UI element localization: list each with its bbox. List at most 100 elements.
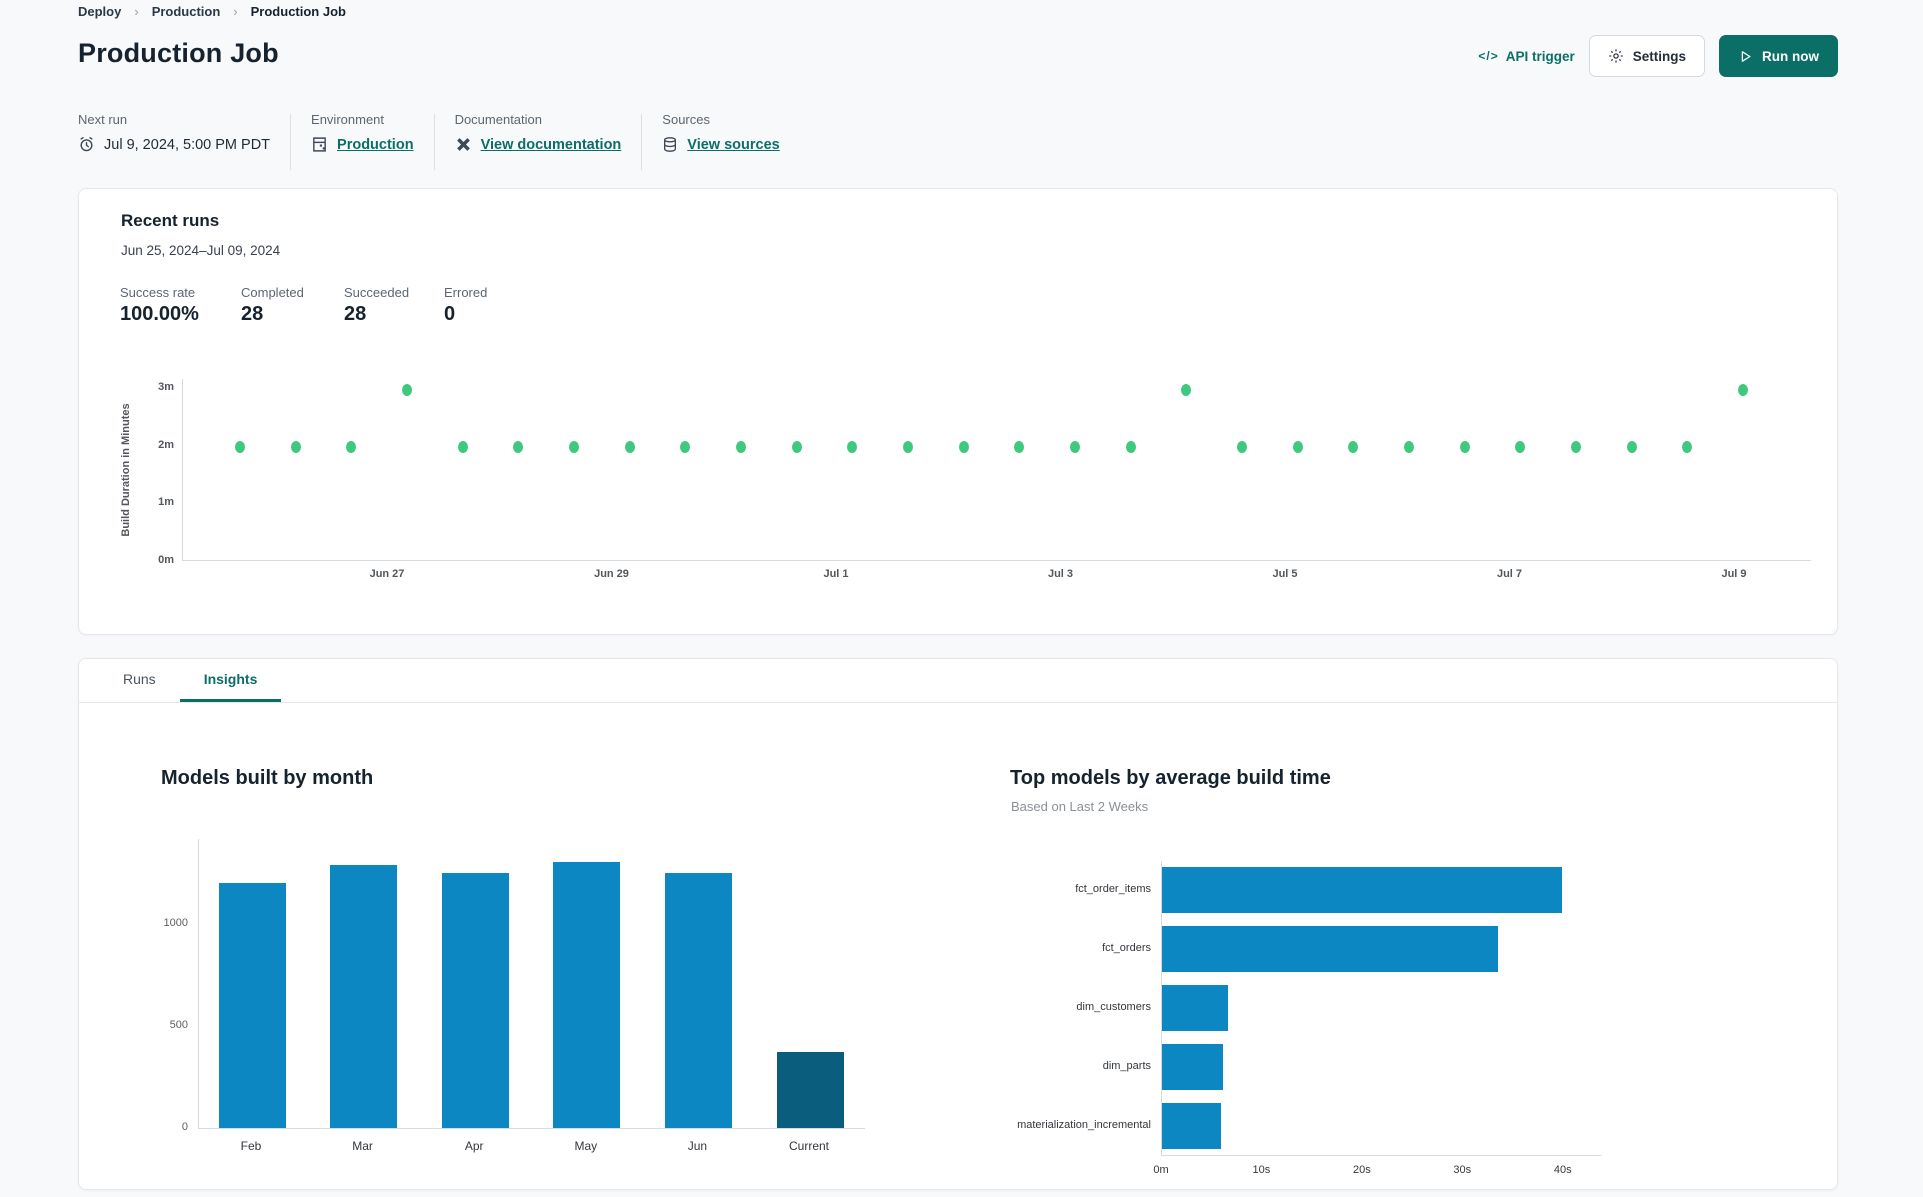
dbt-logo-icon <box>455 136 472 153</box>
run-dot[interactable] <box>735 440 746 453</box>
breadcrumb-deploy[interactable]: Deploy <box>78 4 121 19</box>
environment-info: Environment Production <box>311 112 414 153</box>
models-built-chart <box>198 839 865 1129</box>
run-dot[interactable] <box>346 440 357 453</box>
run-dot[interactable] <box>1515 440 1526 453</box>
stat-success-rate: Success rate 100.00% <box>120 285 199 326</box>
run-dot[interactable] <box>791 440 802 453</box>
run-dot[interactable] <box>1125 440 1136 453</box>
months-x-category-label: Apr <box>464 1139 484 1153</box>
run-dot[interactable] <box>847 440 858 453</box>
month-bar[interactable] <box>330 864 398 1128</box>
scatter-x-tick-label: Jul 1 <box>823 568 849 580</box>
run-dot[interactable] <box>1069 440 1080 453</box>
months-x-category-label: May <box>574 1139 598 1153</box>
model-bar[interactable] <box>1162 867 1562 913</box>
gear-icon <box>1608 48 1624 64</box>
run-dot[interactable] <box>902 440 913 453</box>
model-bar[interactable] <box>1162 985 1229 1031</box>
top-models-x-tick-label: 10s <box>1252 1164 1271 1176</box>
run-dot[interactable] <box>1292 440 1303 453</box>
breadcrumb-production-job: Production Job <box>250 4 346 19</box>
run-dot[interactable] <box>1626 440 1637 453</box>
sources-info: Sources View sources <box>662 112 779 153</box>
settings-button[interactable]: Settings <box>1588 35 1705 77</box>
chevron-right-icon: › <box>134 4 139 19</box>
documentation-label: Documentation <box>454 112 543 127</box>
run-now-button[interactable]: Run now <box>1719 35 1838 77</box>
stat-label: Completed <box>241 285 304 300</box>
months-x-category-label: Feb <box>240 1139 262 1153</box>
run-dot[interactable] <box>1181 383 1192 396</box>
run-dot[interactable] <box>680 440 691 453</box>
run-dot[interactable] <box>1459 440 1470 453</box>
month-bar[interactable] <box>218 883 286 1128</box>
environment-label: Environment <box>311 112 385 127</box>
run-dot[interactable] <box>513 440 524 453</box>
tab-runs[interactable]: Runs <box>99 659 180 702</box>
month-bar[interactable] <box>776 1051 844 1128</box>
stat-label: Success rate <box>120 285 196 300</box>
run-dot[interactable] <box>1737 383 1748 396</box>
header-actions: </> API trigger Settings Run now <box>1478 35 1838 77</box>
production-job-page: Deploy › Production › Production Job Pro… <box>0 0 1923 1197</box>
scatter-y-tick-label: 2m <box>158 438 174 451</box>
stat-label: Succeeded <box>344 285 410 300</box>
tab-insights[interactable]: Insights <box>179 659 282 702</box>
alarm-clock-icon <box>78 136 95 153</box>
sources-label: Sources <box>662 112 710 127</box>
stat-value: 100.00% <box>120 303 199 325</box>
scatter-y-tick-label: 1m <box>158 496 174 509</box>
run-dot[interactable] <box>1682 440 1693 453</box>
model-name-label: materialization_incremental <box>1017 1119 1151 1131</box>
model-bar[interactable] <box>1162 926 1498 972</box>
scatter-x-tick-label: Jun 29 <box>594 568 629 580</box>
job-info-row: Next run Jul 9, 2024, 5:00 PM PDT Enviro… <box>78 112 780 170</box>
breadcrumb: Deploy › Production › Production Job <box>78 4 346 19</box>
scatter-x-tick-label: Jun 27 <box>369 568 405 580</box>
month-bar[interactable] <box>553 861 621 1128</box>
build-duration-scatter-plot <box>182 379 1811 561</box>
run-dot[interactable] <box>1236 440 1247 453</box>
run-dot[interactable] <box>1570 440 1581 453</box>
month-bar[interactable] <box>664 873 732 1128</box>
months-x-category-label: Current <box>788 1139 830 1153</box>
model-bar[interactable] <box>1162 1103 1222 1149</box>
stat-value: 28 <box>344 303 367 325</box>
top-models-subtitle: Based on Last 2 Weeks <box>1011 799 1149 814</box>
model-name-label: dim_parts <box>1102 1060 1151 1072</box>
scatter-y-tick-label: 3m <box>158 380 174 393</box>
run-dot[interactable] <box>457 440 468 453</box>
run-dot[interactable] <box>235 440 245 453</box>
model-bar[interactable] <box>1162 1044 1224 1090</box>
run-dot[interactable] <box>401 383 412 396</box>
run-dot[interactable] <box>568 440 579 453</box>
top-models-title: Top models by average build time <box>1010 767 1331 789</box>
view-documentation-link[interactable]: View documentation <box>481 137 622 153</box>
scatter-y-tick-label: 0m <box>158 554 174 566</box>
scatter-y-axis-title: Build Duration in Minutes <box>120 403 132 537</box>
run-dot[interactable] <box>958 440 969 453</box>
run-dot[interactable] <box>1348 440 1359 453</box>
run-now-label: Run now <box>1762 48 1819 64</box>
environment-link[interactable]: Production <box>337 137 414 153</box>
database-icon <box>662 136 678 153</box>
chevron-right-icon: › <box>233 4 238 19</box>
breadcrumb-production[interactable]: Production <box>152 4 221 19</box>
stat-succeeded: Succeeded 28 <box>344 285 409 326</box>
stat-value: 28 <box>241 303 264 325</box>
months-y-tick-label: 0 <box>181 1121 188 1133</box>
model-name-label: fct_order_items <box>1075 883 1151 895</box>
run-dot[interactable] <box>624 440 635 453</box>
run-dot[interactable] <box>1403 440 1414 453</box>
code-icon: </> <box>1478 49 1499 63</box>
month-bar[interactable] <box>441 873 509 1128</box>
run-dot[interactable] <box>290 440 301 453</box>
api-trigger-link[interactable]: </> API trigger <box>1478 49 1574 64</box>
view-sources-link[interactable]: View sources <box>687 137 779 153</box>
run-dot[interactable] <box>1014 440 1025 453</box>
environment-icon <box>311 136 328 153</box>
model-name-label: fct_orders <box>1102 942 1151 954</box>
documentation-info: Documentation View documentation <box>455 112 622 153</box>
runs-insights-card: Runs Insights Models built by month Top … <box>78 658 1838 1190</box>
